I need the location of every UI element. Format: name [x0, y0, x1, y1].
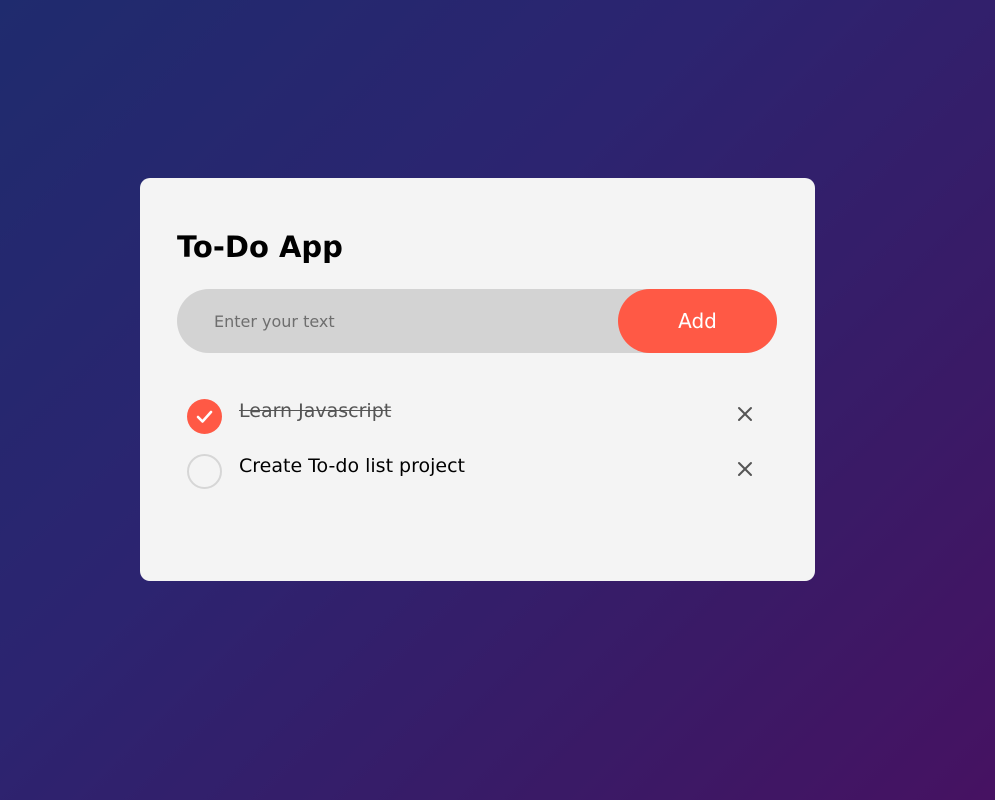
- task-item: Create To-do list project: [177, 445, 777, 500]
- task-list: Learn Javascript Create To-do list proje…: [177, 390, 777, 500]
- app-title: To-Do App: [177, 230, 343, 264]
- input-row: Add: [177, 289, 777, 353]
- task-checkbox-unchecked[interactable]: [187, 454, 222, 489]
- add-button[interactable]: Add: [618, 289, 777, 353]
- todo-card: To-Do App Add Learn Javascript Create To…: [140, 178, 815, 581]
- task-item: Learn Javascript: [177, 390, 777, 445]
- task-text[interactable]: Create To-do list project: [239, 453, 465, 479]
- task-text[interactable]: Learn Javascript: [239, 398, 391, 424]
- check-icon: [196, 410, 213, 423]
- task-input[interactable]: [177, 289, 617, 353]
- task-checkbox-checked[interactable]: [187, 399, 222, 434]
- close-icon[interactable]: [733, 402, 757, 426]
- close-icon[interactable]: [733, 457, 757, 481]
